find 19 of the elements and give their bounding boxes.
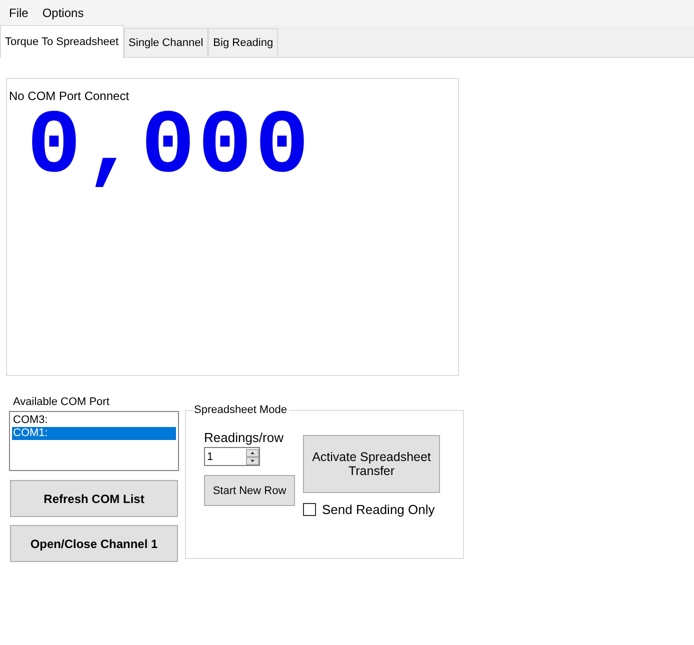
tab[interactable]: Big Reading	[208, 28, 278, 57]
activate-transfer-button[interactable]: Activate Spreadsheet Transfer	[303, 435, 440, 493]
connection-status: No COM Port Connect	[9, 89, 130, 103]
menu-item[interactable]: File	[2, 6, 36, 20]
reading-display: 0,000	[27, 103, 314, 193]
com-port-item[interactable]: COM1:	[12, 427, 176, 440]
menu-item[interactable]: Options	[35, 6, 91, 20]
checkbox[interactable]	[303, 503, 316, 516]
start-new-row-button[interactable]: Start New Row	[204, 475, 295, 506]
com-port-label: Available COM Port	[13, 396, 110, 408]
channel-button[interactable]: Refresh COM List	[10, 480, 178, 517]
com-port-list[interactable]: COM3: COM1:	[9, 411, 179, 471]
channel-button[interactable]: Open/Close Channel 1	[10, 525, 178, 562]
tab[interactable]: Single Channel	[124, 28, 208, 57]
checkbox-label: Send Reading Only	[322, 502, 435, 517]
tab[interactable]: Torque To Spreadsheet	[0, 25, 124, 58]
group-title: Spreadsheet Mode	[193, 404, 288, 416]
readings-label: Readings/row	[204, 430, 284, 445]
com-port-item[interactable]: COM3:	[12, 414, 176, 427]
